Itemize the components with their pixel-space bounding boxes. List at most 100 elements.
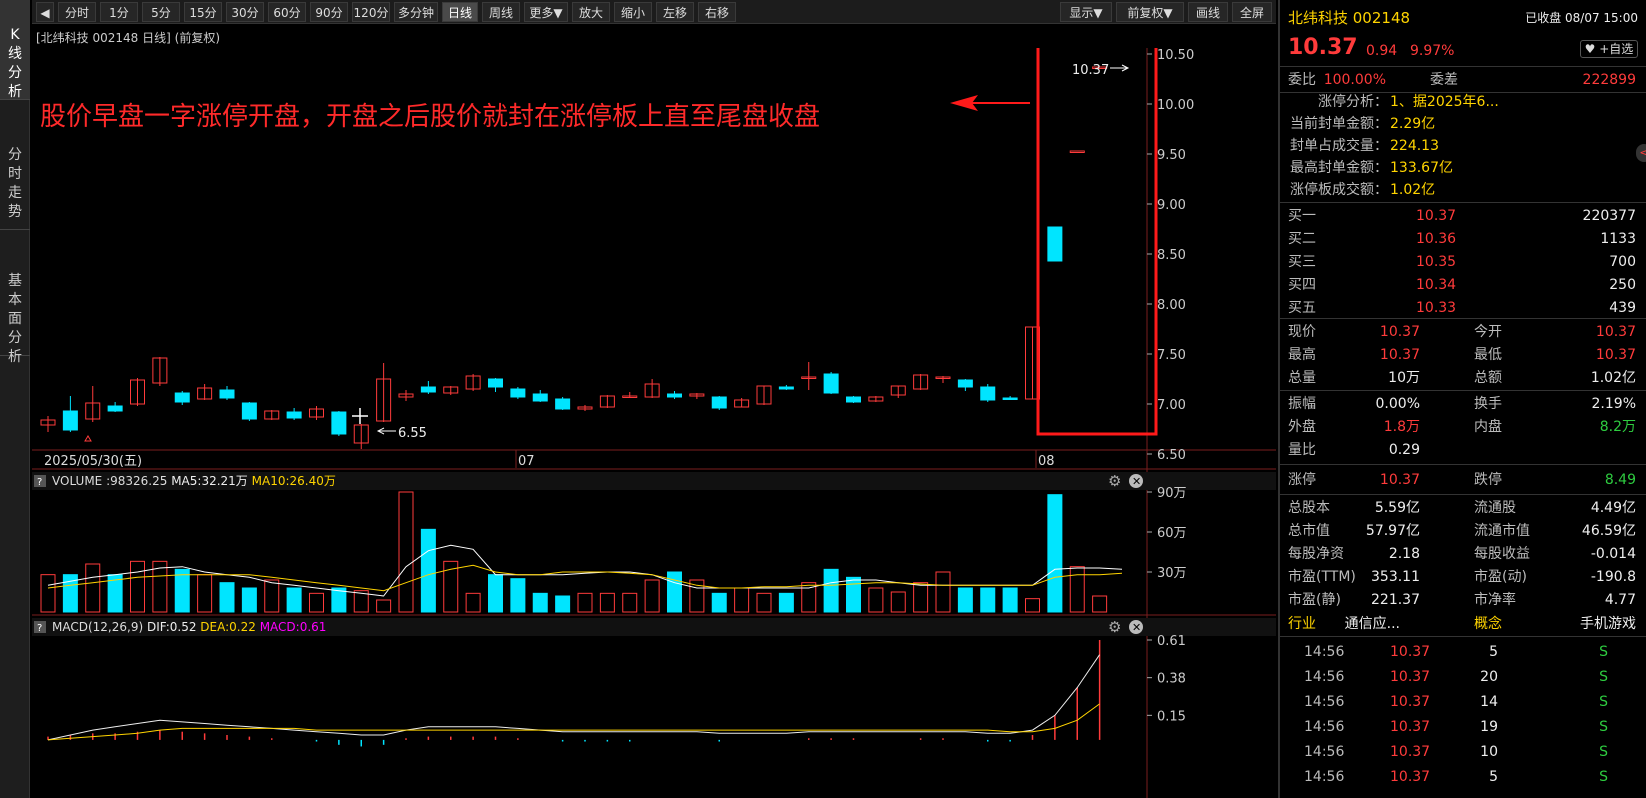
svg-text:VOLUME :98326.25 MA5:32.21万 MA: VOLUME :98326.25 MA5:32.21万 MA10:26.40万 [52, 474, 336, 488]
candle [174, 391, 190, 405]
stat-label: 每股净资 [1288, 546, 1344, 562]
toolbar-btn-11[interactable]: 更多▼ [524, 2, 568, 22]
crosshair-icon[interactable] [352, 408, 368, 424]
volume-bar [420, 528, 436, 613]
toolbar-btn-2[interactable]: 5分 [142, 2, 180, 22]
side-tab-2[interactable]: 基本面分析 [0, 246, 30, 365]
quote-row: 最高封单金额： 133.67亿 [1280, 156, 1646, 178]
toolbar-right-btn-0[interactable]: 显示▼ [1060, 2, 1112, 22]
volume-bar [197, 574, 213, 613]
toolbar-btn-14[interactable]: 左移 [656, 2, 694, 22]
quote-row: 总市值 57.97亿 流通市值 46.59亿 [1280, 519, 1646, 542]
toolbar-right-btn-3[interactable]: 全屏 [1232, 2, 1272, 22]
tick-volume: 5 [1489, 644, 1498, 660]
stat-value: 1.02亿 [1590, 370, 1636, 386]
toolbar-btn-10[interactable]: 周线 [482, 2, 520, 22]
toolbar-btn-3[interactable]: 15分 [184, 2, 222, 22]
volume-bar [980, 587, 996, 613]
volume-bar [1025, 598, 1040, 613]
candle [756, 385, 772, 405]
candle [40, 416, 56, 432]
candle [465, 374, 481, 391]
quote-row: 14:56 10.37 19 S [1280, 715, 1646, 740]
volume-bar [667, 571, 682, 613]
side-tab-label: 基本面分析 [8, 273, 22, 365]
stat-value: 2.19% [1591, 396, 1636, 412]
toolbar-btn-7[interactable]: 120分 [352, 2, 390, 22]
toolbar-btn-5[interactable]: 60分 [268, 2, 306, 22]
tick-side: S [1599, 769, 1608, 785]
candle [846, 396, 861, 403]
toolbar-btn-15[interactable]: 右移 [698, 2, 736, 22]
bid-price: 10.37 [1416, 208, 1457, 224]
candle [488, 378, 503, 392]
side-tab-label: 分时走势 [8, 147, 22, 220]
stat-value: 57.97亿 [1365, 523, 1420, 539]
limit-key: 封单占成交量： [1290, 138, 1388, 154]
limit-key: 当前封单金额： [1290, 116, 1388, 132]
svg-text:MACD(12,26,9) DIF:0.52 DEA:0.2: MACD(12,26,9) DIF:0.52 DEA:0.22 MACD:0.6… [52, 620, 326, 634]
quote-row: 行业 通信应... 概念 手机游戏 [1280, 612, 1646, 634]
stat-label: 市盈(静) [1288, 592, 1341, 608]
candle [130, 378, 145, 406]
side-tab-0[interactable]: K线分析 [0, 0, 30, 100]
price-change: 0.94 [1366, 43, 1398, 59]
quote-row: 市盈(静) 221.37 市净率 4.77 [1280, 588, 1646, 611]
expand-arrow-icon[interactable]: < [1636, 144, 1646, 162]
tick-price: 10.37 [1390, 769, 1431, 785]
toolbar-btn-0[interactable]: 分时 [58, 2, 96, 22]
quote-row: 14:56 10.37 14 S [1280, 690, 1646, 715]
limit-key: 最高封单金额： [1290, 160, 1388, 176]
toolbar-btn-13[interactable]: 缩小 [614, 2, 652, 22]
high-marker-icon [1110, 64, 1130, 72]
tick-time: 14:56 [1304, 719, 1345, 735]
candle [286, 408, 302, 420]
stat-label: 量比 [1288, 442, 1316, 458]
industry-label: 行业 [1288, 616, 1316, 632]
bid-label: 买二 [1288, 231, 1316, 247]
stat-label: 流通市值 [1474, 523, 1530, 539]
volume-bar [913, 582, 929, 613]
settings-gear-icon[interactable]: ⚙ [1108, 618, 1121, 636]
add-watchlist-button[interactable]: ♥ +自选 [1580, 40, 1638, 58]
tick-price: 10.37 [1390, 719, 1431, 735]
volume-bar [644, 579, 660, 613]
stat-label: 跌停 [1474, 472, 1502, 488]
stat-label: 今开 [1474, 324, 1502, 340]
volume-bar [532, 592, 548, 613]
limit-value: 1、据2025年6... [1390, 94, 1499, 110]
toolbar-btn-6[interactable]: 90分 [310, 2, 348, 22]
stat-label: 总额 [1474, 370, 1502, 386]
quote-row: 14:56 10.37 20 S [1280, 665, 1646, 690]
chart-area[interactable]: 10.50 10.00 9.50 9.00 8.50 8.00 7.50 7.00 6.50 10… [32, 48, 1276, 798]
toolbar-btn-8[interactable]: 多分钟 [394, 2, 438, 22]
svg-text:?: ? [37, 477, 42, 488]
side-tab-1[interactable]: 分时走势 [0, 120, 30, 230]
tick-time: 14:56 [1304, 644, 1345, 660]
volume-bar [40, 574, 56, 613]
toolbar-btn-9[interactable]: 日线 [442, 2, 478, 22]
quote-panel: 北纬科技 002148 已收盘 08/07 15:00 10.37 0.94 9.97%… [1278, 0, 1646, 798]
bid-label: 买五 [1288, 300, 1316, 316]
stat-value: 46.59亿 [1581, 523, 1636, 539]
stat-value: -0.014 [1590, 546, 1636, 562]
stat-label: 涨停 [1288, 472, 1316, 488]
candle [778, 385, 794, 390]
bid-price: 10.34 [1416, 277, 1457, 293]
toolbar-right-btn-2[interactable]: 画线 [1188, 2, 1228, 22]
toolbar-right-btn-1[interactable]: 前复权▼ [1116, 2, 1184, 22]
candle [107, 402, 123, 412]
toolbar-btn-1[interactable]: 1分 [100, 2, 138, 22]
macd-tick: 0.61 [1157, 634, 1186, 649]
kline-panel: 10.50 10.00 9.50 9.00 8.50 8.00 7.50 7.00 6.50 10… [32, 48, 1276, 798]
volume-ma5: MA5:32.21万 [171, 474, 251, 488]
quote-row: 涨停板成交额： 1.02亿 [1280, 178, 1646, 200]
quote-row: 买五 10.33 439 [1280, 296, 1646, 319]
settings-gear-icon[interactable]: ⚙ [1108, 472, 1121, 490]
weibi-label: 委比 [1288, 72, 1316, 88]
toolbar-btn-12[interactable]: 放大 [572, 2, 610, 22]
toolbar-btn-4[interactable]: 30分 [226, 2, 264, 22]
candle [644, 379, 660, 398]
back-arrow-icon[interactable]: ◀ [36, 2, 54, 22]
quote-row: 每股净资 2.18 每股收益 -0.014 [1280, 542, 1646, 565]
